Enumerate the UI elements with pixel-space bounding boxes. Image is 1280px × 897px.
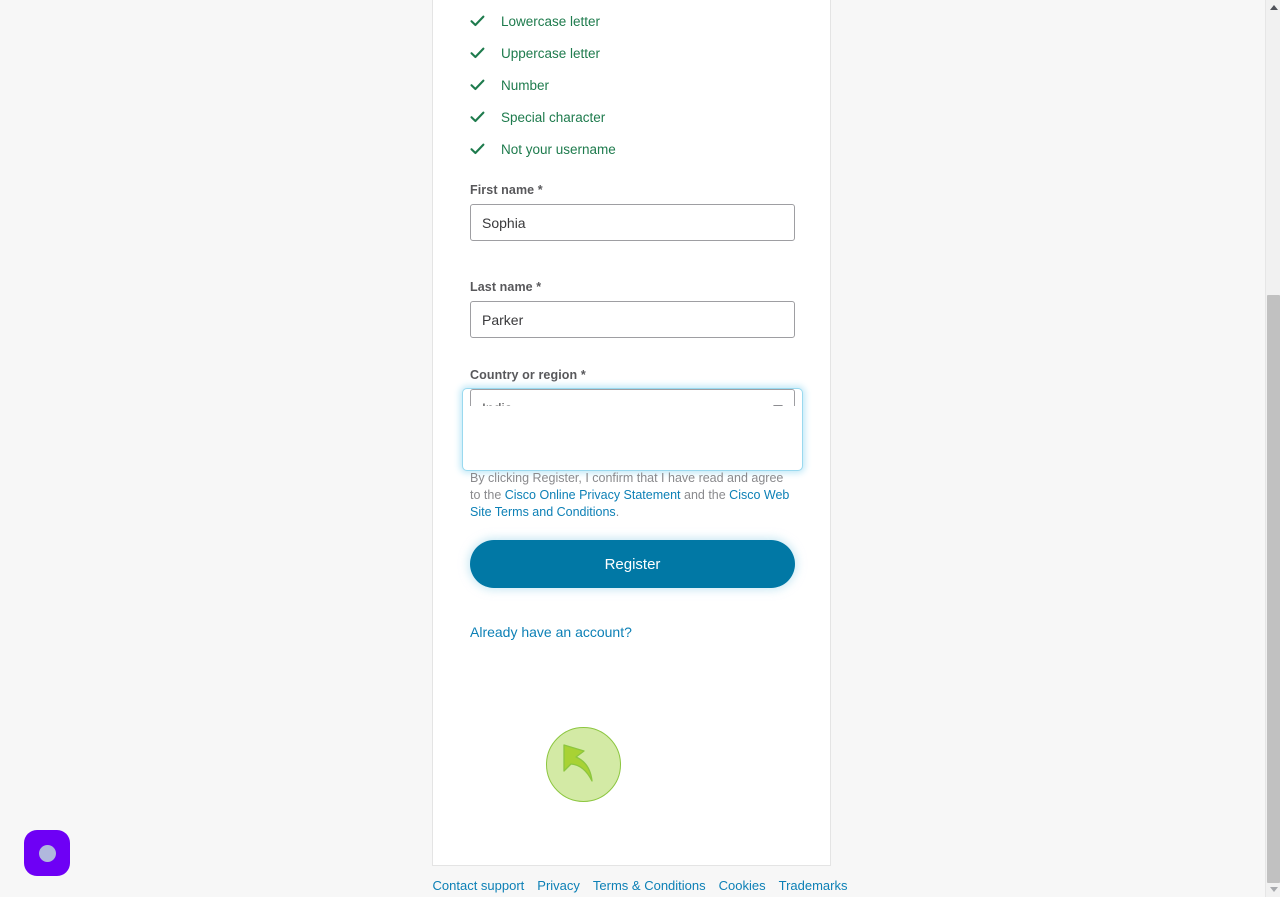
last-name-label: Last name * bbox=[470, 280, 542, 294]
page-scrollbar[interactable] bbox=[1265, 0, 1280, 897]
password-rules-list: Includes 12-60 characters Lowercase lett… bbox=[470, 0, 795, 165]
page-root: sophiaparker14oct@gmail.com Password * •… bbox=[0, 0, 1280, 897]
first-name-value: Sophia bbox=[482, 214, 526, 231]
check-icon bbox=[470, 111, 490, 123]
password-rule: Uppercase letter bbox=[470, 37, 795, 69]
first-name-input[interactable]: Sophia bbox=[470, 204, 795, 241]
password-rule-label: Not your username bbox=[501, 141, 616, 157]
password-rule-label: Lowercase letter bbox=[501, 13, 601, 29]
footer-link-privacy[interactable]: Privacy bbox=[537, 878, 580, 893]
last-name-value: Parker bbox=[482, 311, 524, 328]
already-have-account-link[interactable]: Already have an account? bbox=[470, 624, 632, 640]
first-name-label: First name * bbox=[470, 183, 543, 197]
footer-link-cookies[interactable]: Cookies bbox=[719, 878, 766, 893]
country-label: Country or region * bbox=[470, 368, 586, 382]
password-rule: Special character bbox=[470, 101, 795, 133]
last-name-input[interactable]: Parker bbox=[470, 301, 795, 338]
legal-text-part2: and the bbox=[680, 488, 730, 502]
password-rule: Number bbox=[470, 69, 795, 101]
country-field-group: Country or region * India bbox=[463, 368, 802, 470]
footer-link-trademarks[interactable]: Trademarks bbox=[779, 878, 848, 893]
scrollbar-up-arrow[interactable] bbox=[1266, 0, 1280, 15]
check-icon bbox=[470, 79, 490, 91]
legal-text-part3: . bbox=[615, 505, 620, 519]
chevron-up-icon bbox=[1269, 5, 1278, 10]
check-icon bbox=[470, 47, 490, 59]
assistant-widget-button[interactable] bbox=[24, 830, 70, 876]
country-dropdown-panel[interactable] bbox=[470, 406, 795, 442]
footer-link-contact-support[interactable]: Contact support bbox=[433, 878, 525, 893]
footer-link-terms-conditions[interactable]: Terms & Conditions bbox=[593, 878, 706, 893]
privacy-statement-link[interactable]: Cisco Online Privacy Statement bbox=[505, 488, 681, 502]
password-rule: Not your username bbox=[470, 133, 795, 165]
password-rule: Lowercase letter bbox=[470, 5, 795, 37]
password-rule-label: Uppercase letter bbox=[501, 45, 601, 61]
legal-disclaimer: By clicking Register, I confirm that I h… bbox=[470, 470, 795, 521]
last-name-field-group: Last name * Parker bbox=[470, 280, 795, 338]
check-icon bbox=[470, 143, 490, 155]
assistant-widget-dot-icon bbox=[38, 844, 56, 862]
scrollbar-down-arrow[interactable] bbox=[1266, 882, 1280, 897]
first-name-field-group: First name * Sophia bbox=[470, 183, 795, 241]
password-rule-label: Number bbox=[501, 77, 550, 93]
password-rule-label: Special character bbox=[501, 109, 606, 125]
register-button[interactable]: Register bbox=[470, 540, 795, 588]
chevron-down-icon bbox=[1269, 887, 1278, 892]
registration-card: sophiaparker14oct@gmail.com Password * •… bbox=[432, 0, 831, 866]
scrollbar-thumb[interactable] bbox=[1267, 295, 1280, 883]
check-icon bbox=[470, 15, 490, 27]
footer-links: Contact support Privacy Terms & Conditio… bbox=[0, 878, 1280, 893]
